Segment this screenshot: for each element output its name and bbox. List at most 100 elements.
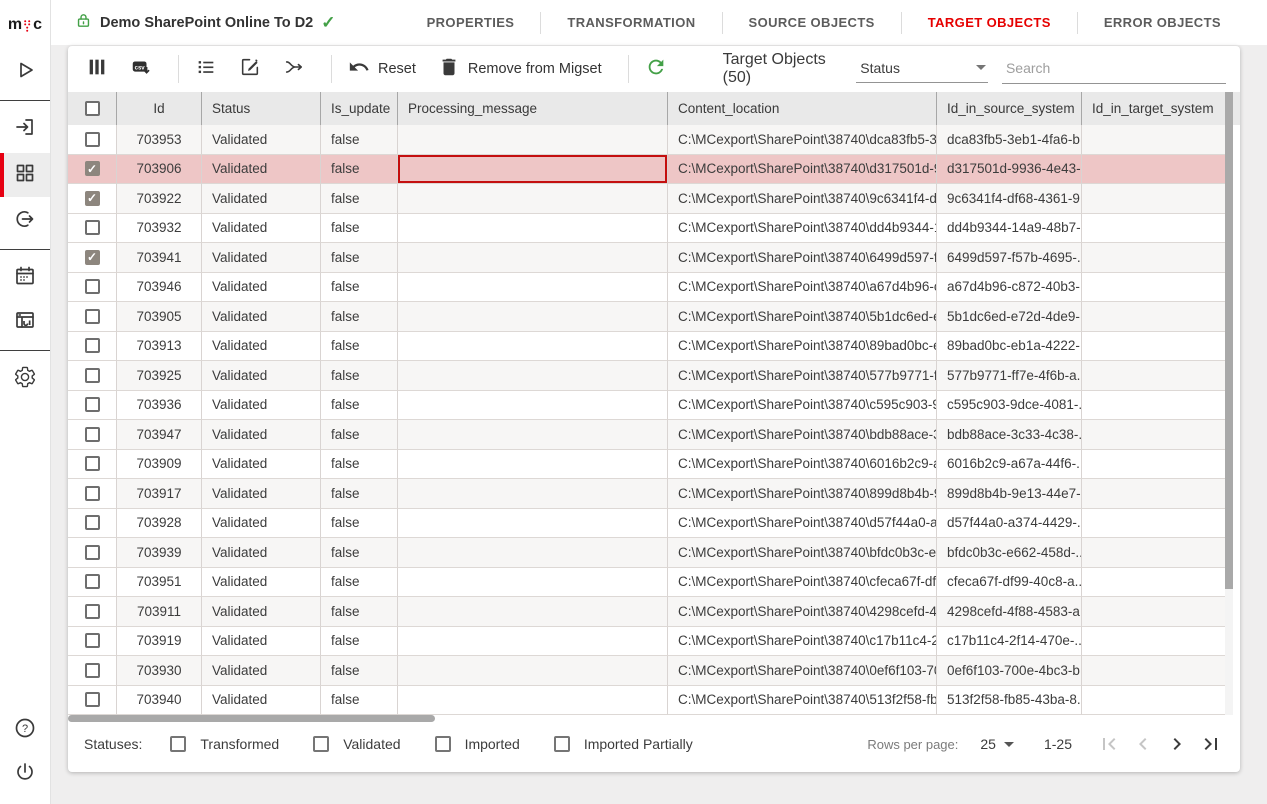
row-checkbox[interactable] (85, 486, 100, 501)
status-filter-transformed[interactable]: Transformed (170, 736, 279, 752)
sidebar-item-import[interactable] (0, 109, 50, 149)
cell-id-in-target-system (1081, 184, 1225, 214)
row-checkbox[interactable] (85, 338, 100, 353)
cell-is-update: false (320, 656, 397, 686)
table-row[interactable]: 703932 Validated false C:\MCexport\Share… (68, 214, 1240, 244)
select-all-checkbox[interactable] (85, 101, 100, 116)
table-row[interactable]: 703940 Validated false C:\MCexport\Share… (68, 686, 1240, 716)
table-row[interactable]: 703946 Validated false C:\MCexport\Share… (68, 273, 1240, 303)
edit-button[interactable] (239, 56, 261, 82)
table-row[interactable]: 703913 Validated false C:\MCexport\Share… (68, 332, 1240, 362)
table-row[interactable]: 703911 Validated false C:\MCexport\Share… (68, 597, 1240, 627)
row-checkbox[interactable] (85, 663, 100, 678)
status-filter-checkbox[interactable] (313, 736, 329, 752)
table-row[interactable]: 703951 Validated false C:\MCexport\Share… (68, 568, 1240, 598)
tab-transformation[interactable]: TRANSFORMATION (541, 15, 721, 30)
row-checkbox[interactable] (85, 633, 100, 648)
row-checkbox[interactable] (85, 132, 100, 147)
column-header-id-in-target-system[interactable]: Id_in_target_system (1081, 92, 1225, 125)
row-checkbox[interactable] (85, 397, 100, 412)
table-row[interactable]: 703917 Validated false C:\MCexport\Share… (68, 479, 1240, 509)
rows-per-page-select[interactable]: 25 (980, 736, 1014, 752)
cell-status: Validated (201, 450, 320, 480)
row-checkbox[interactable] (85, 191, 100, 206)
table-row[interactable]: 703936 Validated false C:\MCexport\Share… (68, 391, 1240, 421)
table-row[interactable]: 703919 Validated false C:\MCexport\Share… (68, 627, 1240, 657)
cell-id-in-target-system (1081, 155, 1225, 185)
row-checkbox[interactable] (85, 574, 100, 589)
sidebar-item-jobserver[interactable] (0, 302, 50, 342)
status-filter-checkbox[interactable] (435, 736, 451, 752)
vertical-scrollbar-thumb[interactable] (1225, 92, 1233, 589)
horizontal-scrollbar[interactable] (68, 715, 1240, 722)
row-checkbox[interactable] (85, 161, 100, 176)
sidebar-item-logout[interactable] (0, 754, 50, 794)
row-checkbox[interactable] (85, 368, 100, 383)
sidebar-item-settings[interactable] (0, 359, 50, 399)
column-header-content-location[interactable]: Content_location (667, 92, 936, 125)
search-input[interactable] (1002, 55, 1226, 84)
cell-content-location: C:\MCexport\SharePoint\38740\dca83fb5-3e… (667, 125, 936, 155)
column-header-is-update[interactable]: Is_update (320, 92, 397, 125)
tab-target-objects[interactable]: TARGET OBJECTS (902, 15, 1077, 30)
refresh-button[interactable] (645, 56, 667, 82)
next-page-button[interactable] (1164, 731, 1190, 757)
row-checkbox[interactable] (85, 604, 100, 619)
row-checkbox[interactable] (85, 692, 100, 707)
table-row[interactable]: 703928 Validated false C:\MCexport\Share… (68, 509, 1240, 539)
table-row[interactable]: 703930 Validated false C:\MCexport\Share… (68, 656, 1240, 686)
row-checkbox[interactable] (85, 515, 100, 530)
attributes-list-button[interactable] (195, 56, 217, 82)
table-row[interactable]: 703953 Validated false C:\MCexport\Share… (68, 125, 1240, 155)
column-header-id-in-source-system[interactable]: Id_in_source_system (936, 92, 1081, 125)
column-header-status[interactable]: Status (201, 92, 320, 125)
row-checkbox[interactable] (85, 456, 100, 471)
remove-from-migset-button[interactable]: Remove from Migset (438, 56, 602, 82)
cell-is-update: false (320, 479, 397, 509)
status-filter-select[interactable]: Status (856, 56, 988, 83)
first-page-button[interactable] (1096, 731, 1122, 757)
row-checkbox[interactable] (85, 250, 100, 265)
table-row[interactable]: 703947 Validated false C:\MCexport\Share… (68, 420, 1240, 450)
vertical-scrollbar[interactable] (1225, 92, 1233, 715)
tab-source-objects[interactable]: SOURCE OBJECTS (723, 15, 901, 30)
table-row[interactable]: 703941 Validated false C:\MCexport\Share… (68, 243, 1240, 273)
merge-button[interactable] (283, 56, 305, 82)
row-checkbox[interactable] (85, 427, 100, 442)
row-checkbox[interactable] (85, 220, 100, 235)
cell-is-update: false (320, 597, 397, 627)
column-header-processing-message[interactable]: Processing_message (397, 92, 667, 125)
sidebar-item-export[interactable] (0, 201, 50, 241)
tab-properties[interactable]: PROPERTIES (401, 15, 541, 30)
row-checkbox[interactable] (85, 545, 100, 560)
previous-page-button[interactable] (1130, 731, 1156, 757)
sidebar-item-migsets[interactable] (0, 153, 50, 197)
status-filter-validated[interactable]: Validated (313, 736, 400, 752)
sidebar-item-scheduler[interactable] (0, 258, 50, 298)
table-row[interactable]: 703939 Validated false C:\MCexport\Share… (68, 538, 1240, 568)
reset-button[interactable]: Reset (348, 56, 416, 82)
export-csv-button[interactable]: csv (130, 56, 152, 82)
sidebar-item-run[interactable] (0, 52, 50, 92)
table-row[interactable]: 703905 Validated false C:\MCexport\Share… (68, 302, 1240, 332)
sidebar-item-help[interactable]: ? (0, 710, 50, 750)
toolbar-divider (331, 55, 332, 83)
columns-button[interactable] (86, 56, 108, 82)
column-header-id[interactable]: Id (116, 92, 201, 125)
table-row[interactable]: 703906 Validated false C:\MCexport\Share… (68, 155, 1240, 185)
table-row[interactable]: 703909 Validated false C:\MCexport\Share… (68, 450, 1240, 480)
table-row[interactable]: 703925 Validated false C:\MCexport\Share… (68, 361, 1240, 391)
grid-footer: Statuses: TransformedValidatedImportedIm… (68, 722, 1240, 772)
tab-error-objects[interactable]: ERROR OBJECTS (1078, 15, 1247, 30)
cell-processing-message (397, 273, 667, 303)
cell-processing-message (397, 184, 667, 214)
row-checkbox[interactable] (85, 309, 100, 324)
last-page-button[interactable] (1198, 731, 1224, 757)
status-filter-imported[interactable]: Imported (435, 736, 520, 752)
status-filter-imported-partially[interactable]: Imported Partially (554, 736, 693, 752)
table-row[interactable]: 703922 Validated false C:\MCexport\Share… (68, 184, 1240, 214)
status-filter-checkbox[interactable] (554, 736, 570, 752)
row-checkbox[interactable] (85, 279, 100, 294)
horizontal-scrollbar-thumb[interactable] (68, 715, 435, 722)
status-filter-checkbox[interactable] (170, 736, 186, 752)
